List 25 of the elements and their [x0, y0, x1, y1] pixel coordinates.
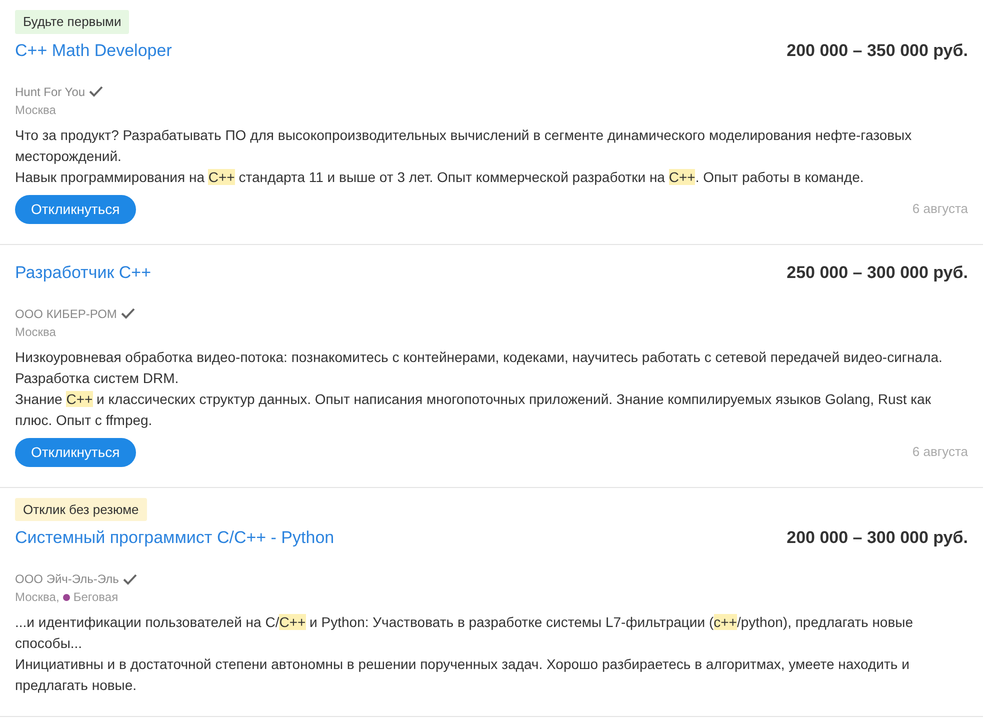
respond-button[interactable]: Откликнуться [15, 194, 136, 224]
city: Москва, [15, 589, 60, 606]
description: Навык программирования на C++ стандарта 11 и выше от 3 лет. Опыт коммерческой разработки на C++. Опыт работы в команде. [15, 168, 865, 187]
vacancy-title[interactable]: Разработчик С++ [15, 260, 151, 284]
description: Инициативны и в достаточной степени автономны в решении порученных задач. Хорошо разбираетесь в алгоритмах, умеете находить и предлагать новые. [15, 655, 910, 695]
city: Москва [15, 324, 56, 340]
description: Что за продукт? Разрабатывать ПО для высокопроизводительных вычислений в сегменте динамического моделирования нефте-газовых месторождений. [15, 126, 913, 166]
salary: 250 000 – 300 000 руб. [786, 262, 968, 284]
metro-station: Беговая [73, 589, 118, 606]
date: 6 августа [912, 443, 968, 462]
date: 6 августа [912, 200, 968, 218]
salary: 200 000 – 350 000 руб. [786, 40, 968, 62]
company-name[interactable]: ООО КИБЕР-РОМ [15, 304, 117, 322]
company-name[interactable]: Hunt For You [15, 82, 86, 100]
city: Москва [15, 102, 56, 118]
company-name[interactable]: ООО Эйч-Эль-Эль [15, 570, 119, 588]
badge: Будьте первыми [15, 10, 130, 34]
salary: 200 000 – 300 000 руб. [786, 527, 968, 549]
description: ...и идентификации пользователей на C/C++ и Python: Участвовать в разработке системы L7-фильтрации (c++/python), предлагать новые способы... [15, 613, 914, 653]
vacancy-title[interactable]: C++ Math Developer [15, 38, 172, 62]
respond-button[interactable]: Откликнуться [15, 438, 136, 466]
badge: Отклик без резюме [15, 498, 147, 521]
description: Знание C++ и классических структур данных. Опыт написания многопоточных приложений. Знание компилируемых языков Golang, Rust как плюс. Опыт с ffmpeg. [15, 390, 932, 430]
vacancy-title[interactable]: Системный программист C/C++ - Python [15, 526, 334, 550]
description: Низкоуровневая обработка видео-потока: познакомитесь с контейнерами, кодеками, научитесь работать с сетевой передачей видео-сигнала. Разработка систем DRM. [15, 348, 944, 388]
